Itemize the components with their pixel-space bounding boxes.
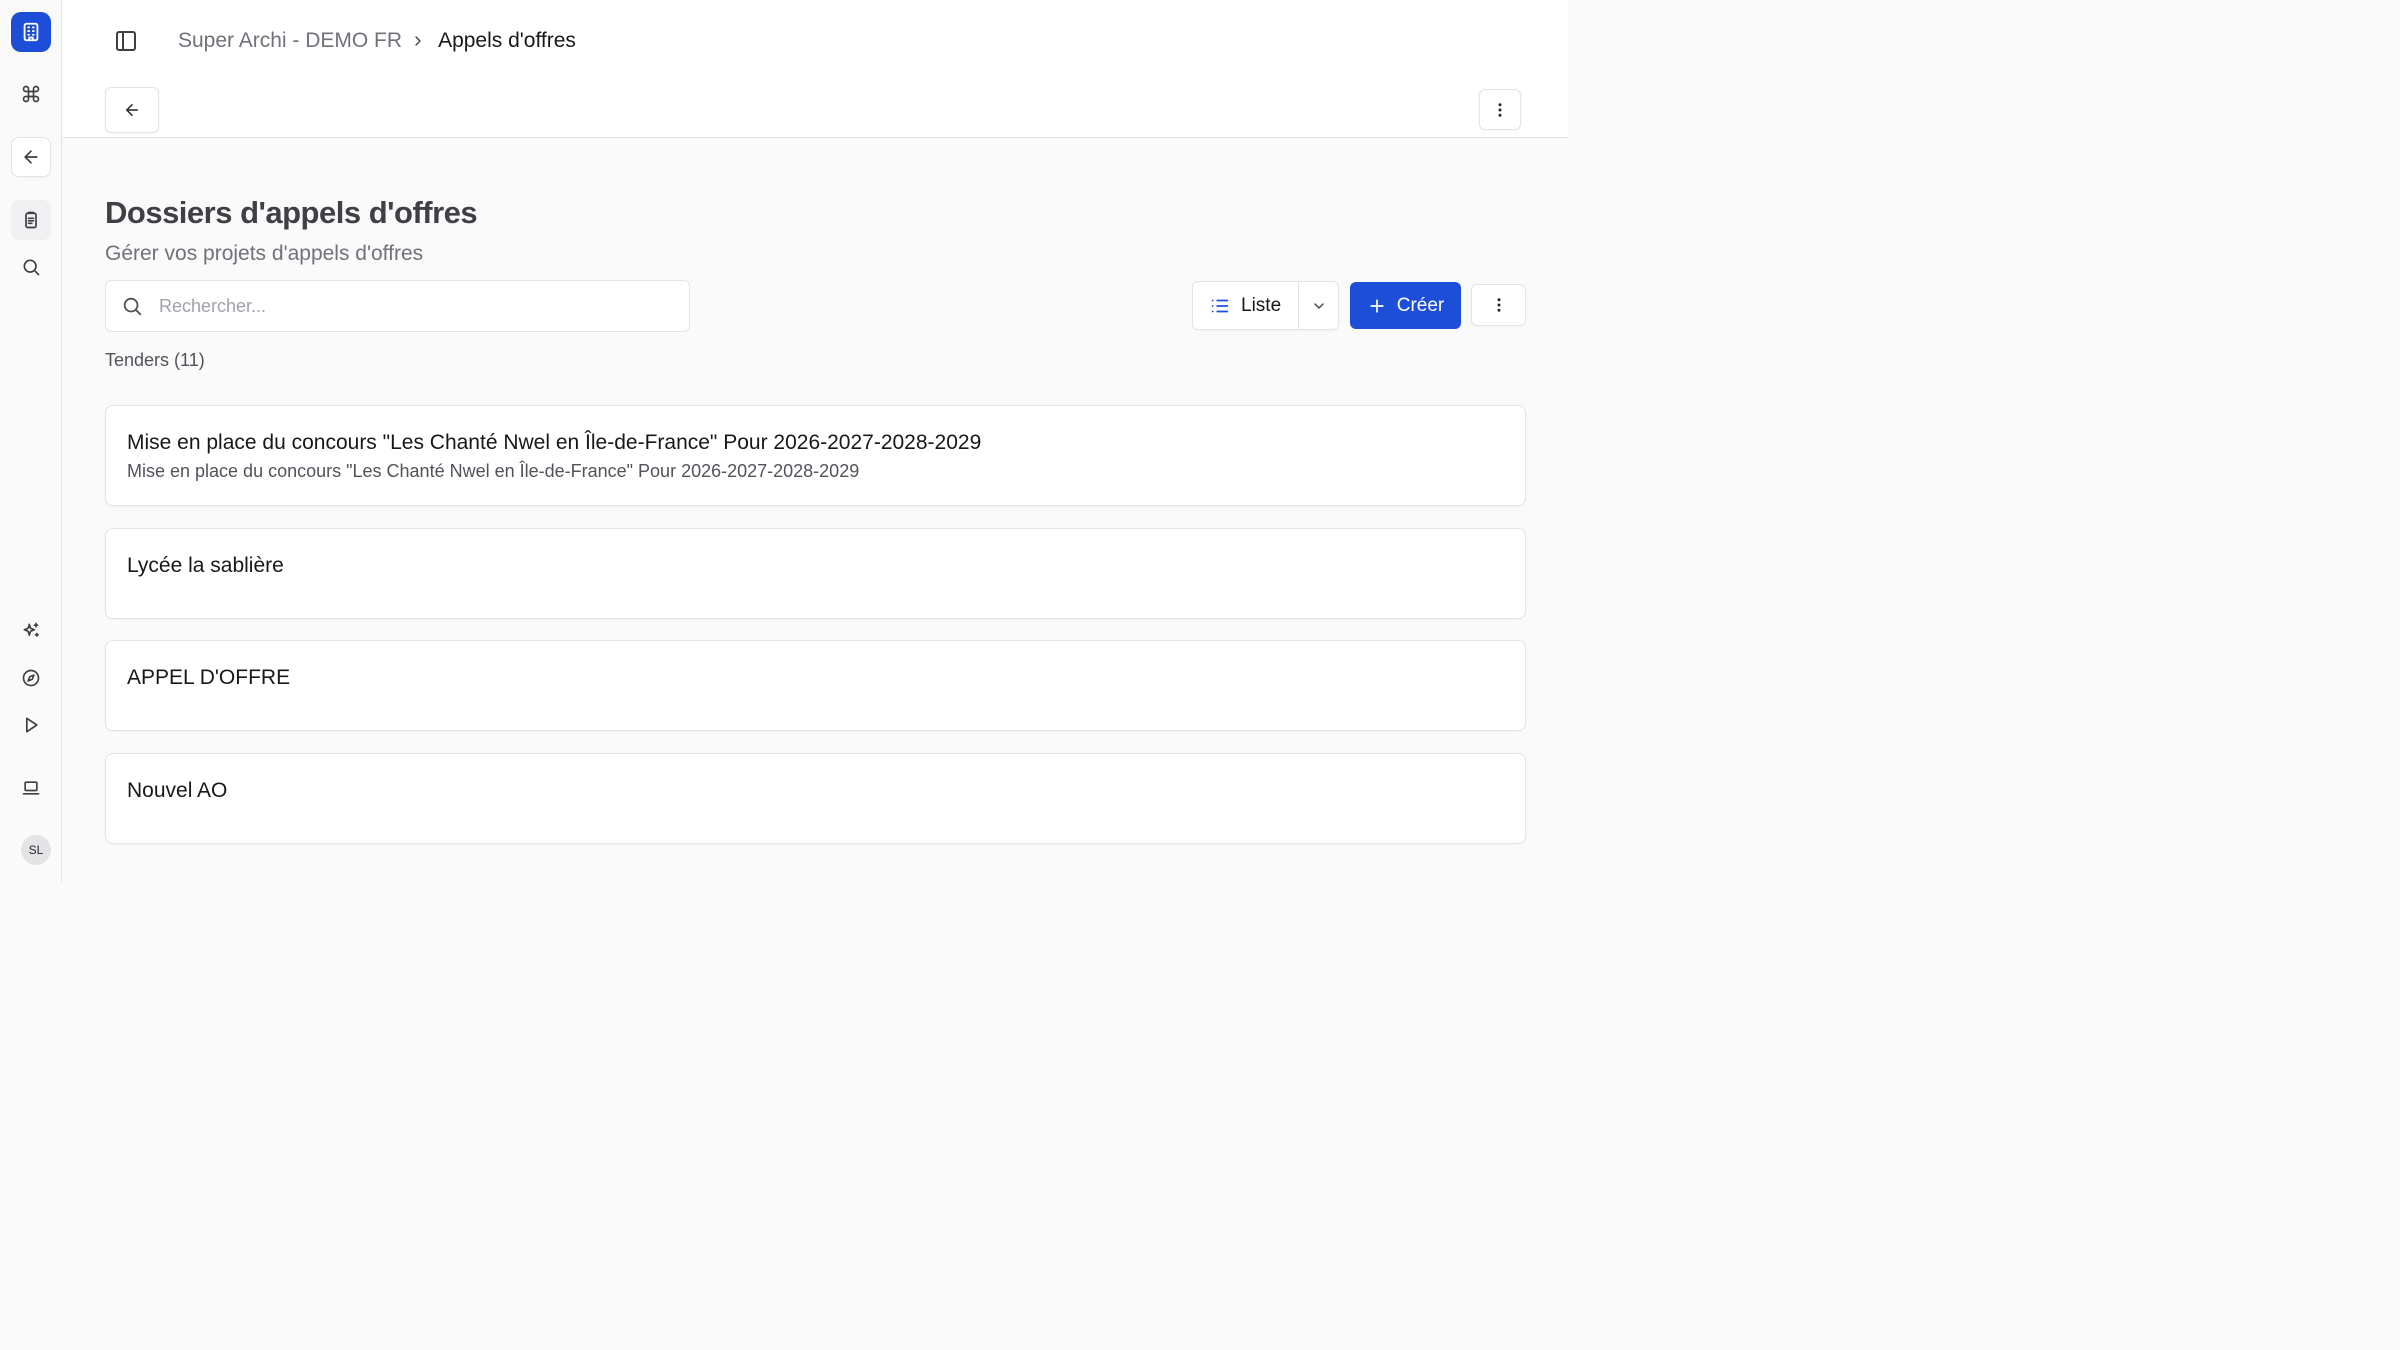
arrow-left-icon — [126, 104, 138, 116]
chevron-right-icon — [410, 31, 430, 51]
list-more-button[interactable] — [1471, 284, 1526, 326]
chevron-down-icon — [1313, 302, 1324, 309]
main-content: Dossiers d'appels d'offres Gérer vos pro… — [63, 139, 1568, 882]
sidebar-item-search[interactable] — [11, 247, 51, 287]
tender-description: Mise en place du concours "Les Chanté Nw… — [127, 461, 860, 481]
back-button[interactable] — [105, 87, 159, 133]
sidebar-back-button[interactable] — [11, 137, 51, 177]
tender-title: APPEL D'OFFRE — [127, 666, 291, 689]
view-dropdown-button[interactable] — [1299, 282, 1338, 329]
arrow-left-icon — [24, 150, 38, 164]
breadcrumb-current: Appels d'offres — [438, 29, 576, 52]
compass-icon — [22, 669, 40, 687]
tender-title: Lycée la sablière — [127, 554, 284, 577]
tender-card[interactable]: Mise en place du concours "Les Chanté Nw… — [105, 405, 1526, 506]
tender-title: Mise en place du concours "Les Chanté Nw… — [127, 431, 982, 454]
sidebar-item-play[interactable] — [11, 705, 51, 745]
page-title: Dossiers d'appels d'offres — [105, 195, 478, 230]
create-label: Créer — [1396, 294, 1445, 316]
tender-title: Nouvel AO — [127, 779, 228, 802]
list-icon — [1209, 295, 1231, 317]
laptop-icon — [22, 781, 40, 795]
more-vertical-icon — [1497, 298, 1500, 312]
building-icon — [23, 22, 39, 42]
sidebar: SL — [0, 0, 62, 882]
search-icon — [23, 259, 40, 276]
sidebar-panel-icon — [116, 31, 136, 51]
sidebar-item-ai[interactable] — [11, 611, 51, 651]
tender-card[interactable]: Nouvel AO — [105, 753, 1526, 844]
sidebar-item-device[interactable] — [11, 768, 51, 808]
play-icon — [26, 717, 38, 733]
search-box — [105, 280, 690, 332]
top-bar: Super Archi - DEMO FR Appels d'offres — [63, 0, 1568, 138]
clipboard-icon — [25, 211, 37, 229]
panel-toggle-button[interactable] — [109, 24, 143, 58]
sidebar-item-tenders[interactable] — [11, 200, 51, 240]
search-input[interactable] — [159, 295, 639, 317]
app-logo[interactable] — [11, 12, 51, 52]
view-list-button[interactable]: Liste — [1193, 282, 1299, 329]
header-more-button[interactable] — [1479, 89, 1521, 130]
more-vertical-icon — [1498, 102, 1502, 117]
search-icon — [121, 295, 143, 317]
view-selector: Liste — [1192, 281, 1339, 330]
breadcrumb: Super Archi - DEMO FR Appels d'offres — [178, 29, 576, 53]
view-label: Liste — [1241, 294, 1282, 316]
tender-card[interactable]: Lycée la sablière — [105, 528, 1526, 619]
page-subtitle: Gérer vos projets d'appels d'offres — [105, 242, 424, 265]
plus-icon — [1370, 298, 1384, 313]
command-menu-button[interactable] — [11, 74, 51, 114]
tender-card[interactable]: APPEL D'OFFRE — [105, 640, 1526, 731]
create-button[interactable]: Créer — [1350, 282, 1461, 329]
sparkles-icon — [23, 622, 39, 637]
sidebar-item-explore[interactable] — [11, 658, 51, 698]
avatar[interactable]: SL — [21, 835, 51, 865]
tenders-count: Tenders (11) — [105, 350, 205, 370]
breadcrumb-parent[interactable]: Super Archi - DEMO FR — [178, 29, 402, 53]
command-icon — [22, 85, 40, 103]
